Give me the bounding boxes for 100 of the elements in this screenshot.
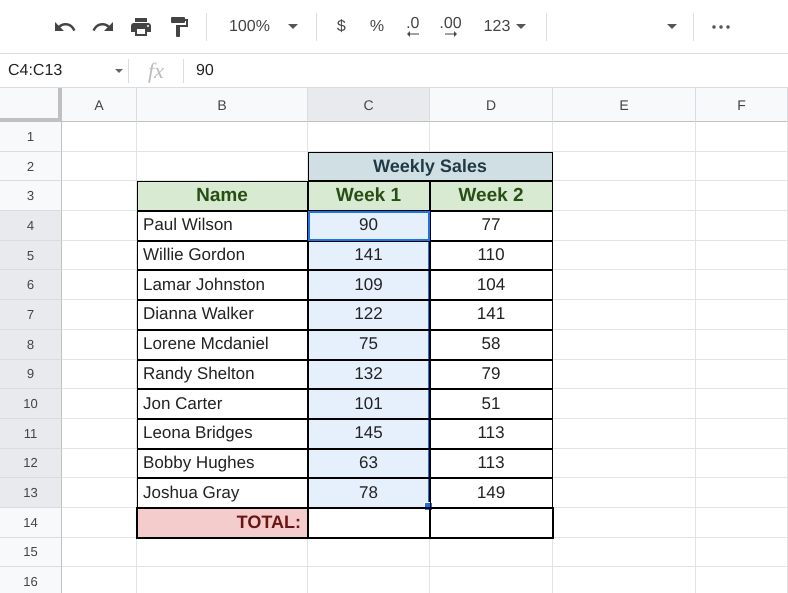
- table-header-cell: Week 2: [430, 181, 553, 212]
- caret-icon: [115, 68, 123, 72]
- table-cell: Leona Bridges: [137, 418, 308, 449]
- column-header[interactable]: E: [553, 88, 696, 122]
- empty-cell[interactable]: [696, 211, 788, 241]
- select-all-corner[interactable]: [0, 88, 62, 122]
- empty-cell[interactable]: [696, 418, 788, 449]
- column-header[interactable]: A: [62, 88, 137, 122]
- table-cell: Paul Wilson: [137, 211, 308, 241]
- empty-cell[interactable]: [696, 538, 788, 568]
- empty-cell[interactable]: [696, 360, 788, 390]
- empty-cell[interactable]: [553, 240, 696, 270]
- row-header[interactable]: 5: [0, 240, 62, 270]
- table-cell: 145: [308, 418, 430, 449]
- row-header[interactable]: 16: [0, 567, 62, 593]
- caret-icon: [288, 24, 298, 29]
- table-cell: 101: [308, 389, 430, 419]
- table-cell: 75: [308, 330, 430, 360]
- empty-cell[interactable]: [308, 538, 430, 568]
- table-cell: 132: [308, 360, 430, 390]
- empty-cell[interactable]: [696, 448, 788, 478]
- table-cell: Bobby Hughes: [137, 448, 308, 478]
- empty-cell[interactable]: [696, 508, 788, 538]
- decrease-decimals-button[interactable]: .0: [402, 14, 424, 39]
- more-icon[interactable]: [712, 24, 730, 28]
- table-cell: 63: [308, 448, 430, 478]
- row-header[interactable]: 2: [0, 152, 62, 182]
- row-header[interactable]: 9: [0, 360, 62, 390]
- table-cell: 79: [430, 360, 553, 390]
- row-header[interactable]: 11: [0, 418, 62, 449]
- right-arrow-icon: [444, 31, 457, 37]
- empty-cell[interactable]: [430, 538, 553, 568]
- table-cell: 113: [430, 448, 553, 478]
- empty-cell[interactable]: [553, 122, 696, 152]
- function-label: fx: [128, 58, 184, 82]
- currency-button[interactable]: $: [330, 14, 352, 40]
- caret-icon: [516, 24, 526, 29]
- row-header[interactable]: 6: [0, 270, 62, 300]
- empty-cell[interactable]: [553, 538, 696, 568]
- caret-icon[interactable]: [667, 24, 677, 29]
- column-header[interactable]: D: [430, 88, 553, 122]
- table-cell: 141: [308, 240, 430, 270]
- empty-cell[interactable]: [553, 360, 696, 390]
- row-header[interactable]: 15: [0, 538, 62, 568]
- table-cell: TOTAL:: [137, 508, 308, 538]
- formula-input[interactable]: 90: [184, 54, 788, 87]
- empty-cell[interactable]: [553, 448, 696, 478]
- empty-cell[interactable]: [696, 478, 788, 508]
- row-header[interactable]: 3: [0, 181, 62, 212]
- empty-cell[interactable]: [553, 211, 696, 241]
- empty-cell[interactable]: [137, 122, 308, 152]
- row-header[interactable]: 13: [0, 478, 62, 508]
- table-cell: 51: [430, 389, 553, 419]
- table-cell: 113: [430, 418, 553, 449]
- table-cell: 104: [430, 270, 553, 300]
- empty-cell[interactable]: [696, 330, 788, 360]
- table-cell: 122: [308, 300, 430, 330]
- empty-cell[interactable]: [553, 418, 696, 449]
- empty-cell[interactable]: [553, 300, 696, 330]
- empty-cell[interactable]: [553, 478, 696, 508]
- row-header[interactable]: 14: [0, 508, 62, 538]
- table-header-cell: Weekly Sales: [308, 152, 553, 182]
- table-cell: 110: [430, 240, 553, 270]
- empty-cell[interactable]: [553, 508, 696, 538]
- empty-cell[interactable]: [696, 122, 788, 152]
- empty-cell[interactable]: [553, 389, 696, 419]
- row-header[interactable]: 12: [0, 448, 62, 478]
- row-header[interactable]: 10: [0, 389, 62, 419]
- column-header[interactable]: B: [137, 88, 308, 122]
- table-header-cell: Name: [137, 181, 308, 212]
- empty-cell[interactable]: [553, 270, 696, 300]
- empty-cell[interactable]: [553, 330, 696, 360]
- column-header[interactable]: F: [696, 88, 788, 122]
- empty-cell[interactable]: [696, 389, 788, 419]
- table-cell: Willie Gordon: [137, 240, 308, 270]
- table-cell: Jon Carter: [137, 389, 308, 419]
- row-header[interactable]: 4: [0, 211, 62, 241]
- empty-cell[interactable]: [137, 538, 308, 568]
- table-cell: Dianna Walker: [137, 300, 308, 330]
- empty-cell[interactable]: [696, 181, 788, 212]
- row-header[interactable]: 7: [0, 300, 62, 330]
- table-cell: 149: [430, 478, 553, 508]
- increase-decimals-button[interactable]: .00: [435, 14, 466, 39]
- column-header[interactable]: C: [308, 88, 430, 122]
- zoom-dropdown[interactable]: 100%: [221, 14, 304, 40]
- table-cell: 109: [308, 270, 430, 300]
- table-cell: 90: [308, 211, 430, 241]
- table-cell: 78: [308, 478, 430, 508]
- percent-button[interactable]: %: [364, 14, 390, 40]
- row-header[interactable]: 1: [0, 122, 62, 152]
- empty-cell[interactable]: [696, 270, 788, 300]
- table-cell: Lamar Johnston: [137, 270, 308, 300]
- empty-cell[interactable]: [696, 152, 788, 182]
- empty-cell[interactable]: [696, 300, 788, 330]
- table-cell: 141: [430, 300, 553, 330]
- name-box[interactable]: C4:C13: [0, 54, 128, 87]
- empty-cell[interactable]: [696, 240, 788, 270]
- table-cell: 77: [430, 211, 553, 241]
- number-format-dropdown[interactable]: 123: [478, 14, 532, 40]
- row-header[interactable]: 8: [0, 330, 62, 360]
